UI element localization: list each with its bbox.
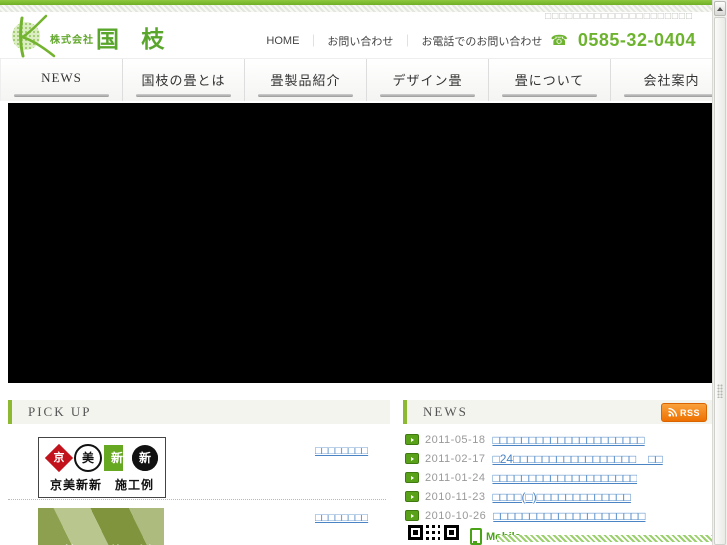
news-date: 2011-01-24 [425, 471, 486, 484]
pickup-divider [8, 499, 386, 500]
tab-underline-bar [258, 94, 353, 97]
nav-tab-tatami-info[interactable]: 畳について [489, 59, 611, 101]
phone-icon: ☎ [550, 32, 568, 48]
pickup-item-kunieda-works-banner[interactable]: 国枝の畳 施工例 [38, 508, 164, 545]
separator: ｜ [401, 34, 414, 48]
news-bullet-icon [405, 472, 419, 483]
contact-link[interactable]: お問い合わせ [327, 33, 393, 49]
news-row: 2011-01-24 □□□□□□□□□□□□□□□□□□□□ [405, 468, 713, 487]
qr-modules [426, 525, 440, 540]
qr-finder-icon [444, 525, 459, 540]
company-name: 国 枝 [96, 26, 173, 52]
tab-underline-bar [136, 94, 231, 97]
pickup-item1-link[interactable]: □□□□□□□□ [315, 445, 368, 457]
news-link[interactable]: □□□□□□□□□□□□□□□□□□□□□ [492, 433, 644, 447]
scrollbar-thumb[interactable] [714, 17, 726, 545]
news-link[interactable]: □□□□(□)□□□□□□□□□□□□□ [492, 490, 630, 504]
rss-label: RSS [679, 407, 700, 418]
phone-label: お電話でのお問い合わせ [421, 35, 543, 48]
shin-blackcircle-icon: 新 [132, 445, 158, 471]
news-list: 2011-05-18 □□□□□□□□□□□□□□□□□□□□□ 2011-02… [405, 430, 713, 525]
rss-button[interactable]: RSS [661, 403, 707, 422]
news-link[interactable]: □□□□□□□□□□□□□□□□□□□□□ [493, 509, 645, 523]
mobile-phone-icon [470, 528, 482, 545]
qr-finder-icon [408, 525, 423, 540]
vertical-scrollbar[interactable] [712, 0, 727, 545]
news-bullet-icon [405, 434, 419, 445]
tab-underline-bar [14, 94, 109, 97]
rss-feed-icon [668, 408, 677, 417]
pickup-item1-caption: 京美新新 施工例 [49, 478, 154, 492]
news-link[interactable]: □□□□□□□□□□□□□□□□□□□□ [492, 471, 637, 485]
site-header: 株式会社 国 枝 □□□□□□□□□□□□□□□□□□□□□ HOME ｜ お問… [0, 11, 713, 58]
news-date: 2010-11-23 [425, 490, 486, 503]
tab-underline-bar [380, 94, 475, 97]
company-prefix: 株式会社 [50, 35, 94, 46]
news-bullet-icon [405, 453, 419, 464]
pickup-item-kyoubishinshin-banner[interactable]: 京 美 新 新 京美新新 施工例 [38, 437, 166, 498]
scrollbar-up-arrow[interactable] [714, 1, 726, 16]
main-nav: NEWS 国枝の畳とは 畳製品紹介 デザイン畳 畳について 会社案内 [0, 58, 727, 101]
tab-underline-bar [502, 94, 597, 97]
shin-square-icon: 新 [104, 445, 130, 471]
news-link[interactable]: □24□□□□□□□□□□□□□□□□□ □□ [492, 450, 662, 467]
page: 株式会社 国 枝 □□□□□□□□□□□□□□□□□□□□□ HOME ｜ お問… [0, 0, 727, 545]
news-date: 2010-10-26 [425, 509, 487, 522]
utility-nav: HOME ｜ お問い合わせ ｜ お電話でのお問い合わせ ☎ 0585-32-04… [266, 30, 696, 51]
nav-tab-design-tatami[interactable]: デザイン畳 [367, 59, 489, 101]
news-bullet-icon [405, 510, 419, 521]
nav-tab-about-tatami[interactable]: 国枝の畳とは [123, 59, 245, 101]
qr-code [408, 525, 460, 545]
company-logo[interactable]: 株式会社 国 枝 [8, 14, 178, 58]
nav-tab-company[interactable]: 会社案内 [611, 59, 727, 101]
news-bullet-icon [405, 491, 419, 502]
home-link[interactable]: HOME [266, 35, 299, 47]
separator: ｜ [307, 34, 320, 48]
news-row: 2011-02-17 □24□□□□□□□□□□□□□□□□□ □□ [405, 449, 713, 468]
kyoubishinshin-logos: 京 美 新 新 [39, 443, 165, 473]
news-row: 2011-05-18 □□□□□□□□□□□□□□□□□□□□□ [405, 430, 713, 449]
nav-tab-news[interactable]: NEWS [0, 59, 123, 101]
mobile-decorative-strip [497, 535, 713, 542]
news-row: 2010-11-23 □□□□(□)□□□□□□□□□□□□□ [405, 487, 713, 506]
news-row: 2010-10-26 □□□□□□□□□□□□□□□□□□□□□ [405, 506, 713, 525]
news-section-header: NEWS RSS [403, 400, 713, 424]
nav-tab-products[interactable]: 畳製品紹介 [245, 59, 367, 101]
bi-circle-icon: 美 [74, 444, 102, 472]
tab-underline-bar [624, 94, 719, 97]
pickup-section-header: PICK UP [8, 400, 390, 424]
kyo-diamond-icon: 京 [44, 443, 74, 473]
hero-banner[interactable] [8, 103, 713, 383]
pickup-item2-label: 国枝の畳 施工例 [50, 541, 153, 545]
pickup-title: PICK UP [28, 404, 92, 419]
pickup-item2-link[interactable]: □□□□□□□□ [315, 512, 368, 524]
scrollbar-grip-icon [717, 384, 723, 398]
phone-number: 0585-32-0404 [577, 30, 696, 50]
news-date: 2011-02-17 [425, 452, 486, 465]
news-date: 2011-05-18 [425, 433, 486, 446]
header-tagline: □□□□□□□□□□□□□□□□□□□□□ [545, 11, 693, 22]
